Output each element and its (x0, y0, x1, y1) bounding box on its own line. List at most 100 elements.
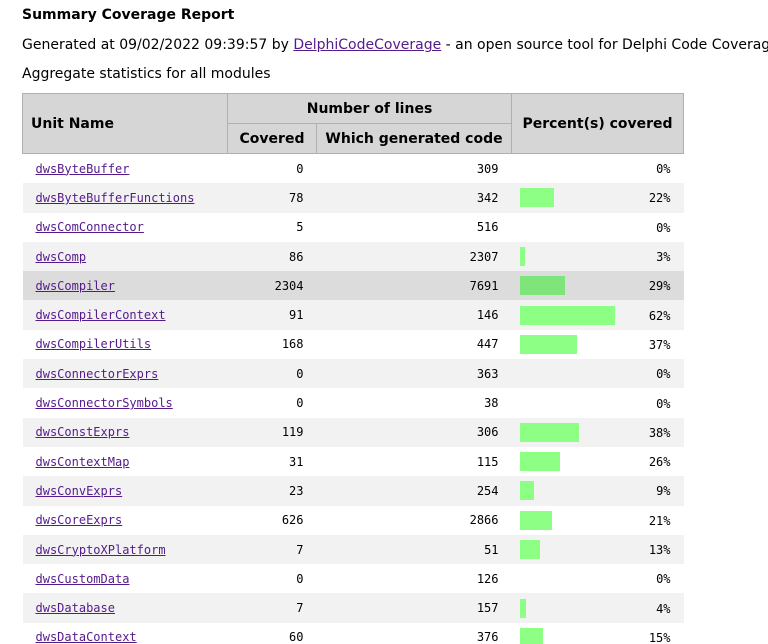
generated-lines-cell: 363 (316, 359, 512, 389)
percent-covered-cell: 37% (511, 329, 684, 360)
coverage-bar-track: 26% (512, 447, 684, 476)
unit-link[interactable]: dwsDataContext (36, 630, 137, 644)
coverage-bar-track: 21% (512, 506, 684, 535)
generated-lines-cell: 7691 (316, 271, 512, 301)
covered-lines-cell: 7 (227, 534, 317, 565)
covered-lines-cell: 626 (227, 505, 317, 535)
unit-name-cell: dwsConnectorExprs (22, 359, 228, 389)
unit-link[interactable]: dwsByteBuffer (36, 162, 130, 176)
coverage-bar (519, 598, 526, 618)
unit-link[interactable]: dwsContextMap (36, 455, 130, 469)
percent-label: 26% (648, 455, 671, 470)
covered-lines-cell: 0 (227, 359, 317, 389)
coverage-bar-track: 9% (512, 476, 684, 505)
covered-lines-cell: 7 (227, 593, 317, 623)
coverage-bar-track: 0% (512, 564, 684, 593)
percent-label: 0% (656, 162, 671, 177)
percent-label: 0% (656, 367, 671, 382)
coverage-bar-track: 4% (512, 594, 684, 623)
unit-link[interactable]: dwsDatabase (36, 601, 115, 615)
unit-link[interactable]: dwsCompilerContext (36, 308, 166, 322)
coverage-bar-track: 0% (512, 213, 684, 242)
percent-label: 29% (648, 279, 671, 294)
percent-covered-cell: 38% (511, 417, 684, 447)
unit-name-cell: dwsDatabase (22, 593, 228, 623)
percent-covered-cell: 0% (511, 359, 684, 389)
tool-link[interactable]: DelphiCodeCoverage (293, 37, 441, 53)
coverage-bar (519, 276, 565, 296)
unit-link[interactable]: dwsConstExprs (36, 425, 130, 439)
coverage-bar-track: 38% (512, 418, 684, 447)
table-row: dwsByteBufferFunctions 78 342 22% (22, 183, 684, 213)
generated-lines-cell: 2866 (316, 505, 512, 535)
unit-name-cell: dwsCompilerUtils (22, 329, 228, 360)
percent-covered-cell: 4% (511, 593, 684, 623)
unit-link[interactable]: dwsByteBufferFunctions (36, 191, 195, 205)
table-row: dwsComConnector 5 516 0% (22, 212, 684, 242)
generated-lines-cell: 157 (316, 593, 512, 623)
percent-covered-cell: 29% (511, 271, 684, 301)
covered-lines-cell: 119 (227, 417, 317, 447)
covered-lines-cell: 60 (227, 622, 317, 644)
covered-lines-cell: 0 (227, 388, 317, 418)
table-row: dwsByteBuffer 0 309 0% (22, 153, 684, 184)
table-row: dwsCompilerUtils 168 447 37% (22, 329, 684, 360)
coverage-bar (519, 481, 534, 501)
unit-link[interactable]: dwsConnectorSymbols (36, 396, 173, 410)
unit-link[interactable]: dwsComp (36, 250, 87, 264)
percent-covered-cell: 22% (511, 183, 684, 213)
table-row: dwsCompiler 2304 7691 29% (22, 271, 684, 301)
covered-lines-cell: 168 (227, 329, 317, 360)
percent-label: 22% (648, 191, 671, 206)
coverage-table-body: dwsByteBuffer 0 309 0% dwsByteBufferFunction… (22, 153, 684, 644)
header-which-generated-code: Which generated code (315, 123, 513, 154)
unit-name-cell: dwsDataContext (22, 622, 228, 644)
coverage-bar (519, 247, 525, 267)
unit-link[interactable]: dwsCryptoXPlatform (36, 543, 166, 557)
percent-label: 0% (656, 572, 671, 587)
generated-lines-cell: 342 (316, 183, 512, 213)
aggregate-label: Aggregate statistics for all modules (22, 66, 271, 82)
coverage-bar-track: 29% (512, 271, 684, 300)
coverage-bar-track: 62% (512, 301, 684, 330)
percent-covered-cell: 62% (511, 300, 684, 330)
unit-link[interactable]: dwsCompilerUtils (36, 337, 152, 351)
coverage-bar-track: 13% (512, 535, 684, 564)
covered-lines-cell: 0 (227, 153, 317, 184)
coverage-bar (519, 334, 577, 354)
table-row: dwsCryptoXPlatform 7 51 13% (22, 534, 684, 565)
coverage-bar (519, 452, 560, 472)
percent-label: 13% (648, 543, 671, 557)
covered-lines-cell: 23 (227, 476, 317, 506)
unit-link[interactable]: dwsComConnector (36, 220, 144, 234)
percent-covered-cell: 21% (511, 505, 684, 535)
header-unit-name: Unit Name (22, 93, 228, 154)
table-row: dwsComp 86 2307 3% (22, 241, 684, 272)
generated-lines-cell: 254 (316, 476, 512, 506)
table-row: dwsContextMap 31 115 26% (22, 446, 684, 477)
unit-link[interactable]: dwsConnectorExprs (36, 367, 159, 381)
unit-link[interactable]: dwsCustomData (36, 572, 130, 586)
percent-label: 21% (648, 513, 671, 528)
generated-info: Generated at 09/02/2022 09:39:57 by Delp… (22, 36, 768, 54)
coverage-bar-track: 0% (512, 359, 684, 388)
table-row: dwsConnectorSymbols 0 38 0% (22, 388, 684, 418)
header-number-of-lines: Number of lines (226, 93, 513, 124)
percent-label: 62% (648, 308, 671, 323)
generated-lines-cell: 309 (316, 153, 512, 184)
coverage-bar (519, 188, 554, 208)
unit-link[interactable]: dwsCoreExprs (36, 513, 123, 527)
unit-name-cell: dwsContextMap (22, 446, 228, 477)
generated-lines-cell: 51 (316, 534, 512, 565)
unit-link[interactable]: dwsConvExprs (36, 484, 123, 498)
unit-link[interactable]: dwsCompiler (36, 279, 115, 293)
coverage-bar (519, 305, 615, 325)
percent-covered-cell: 26% (511, 446, 684, 477)
table-row: dwsCustomData 0 126 0% (22, 564, 684, 594)
percent-label: 0% (656, 396, 671, 411)
coverage-bar (519, 540, 540, 559)
coverage-bar-track: 37% (512, 330, 684, 359)
generated-suffix: - an open source tool for Delphi Code Co… (441, 37, 768, 53)
unit-name-cell: dwsComp (22, 241, 228, 272)
percent-covered-cell: 3% (511, 241, 684, 272)
